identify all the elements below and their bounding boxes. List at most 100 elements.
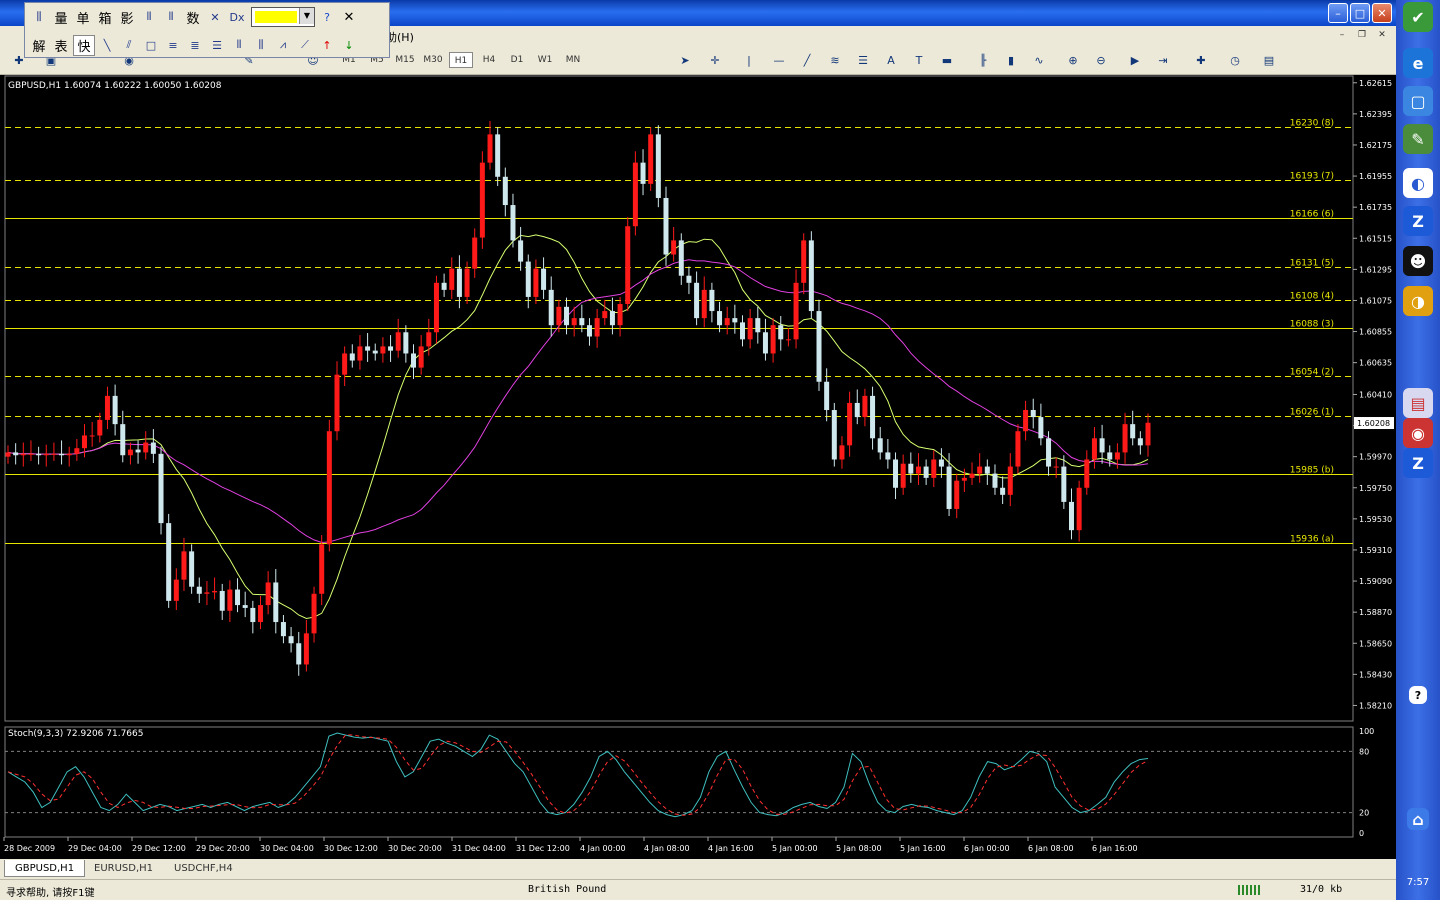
desktop-icon[interactable]: ▢ — [1403, 86, 1433, 116]
tray-app2-icon[interactable]: ◉ — [1403, 418, 1433, 448]
periods-icon[interactable]: ◷ — [1226, 52, 1244, 68]
tab-usdchf-h4[interactable]: USDCHF,H4 — [164, 860, 243, 877]
candle-body — [510, 205, 516, 241]
stochastic-panel-frame — [4, 726, 1354, 838]
ie-icon[interactable]: e — [1403, 48, 1433, 78]
line-tool-icon[interactable]: ╲ — [97, 39, 117, 52]
horizontal-line-icon[interactable]: — — [770, 52, 788, 68]
zoom-in-icon[interactable]: ⊕ — [1064, 52, 1082, 68]
tool-box[interactable]: 箱 — [95, 8, 115, 27]
tf-m30[interactable]: M30 — [421, 52, 445, 68]
tf-h1[interactable]: H1 — [449, 52, 473, 68]
tool-solve[interactable]: 解 — [29, 36, 49, 55]
candle-body — [242, 605, 248, 608]
autoscroll-icon[interactable]: ▶ — [1126, 52, 1144, 68]
mdi-restore-button[interactable]: ❐ — [1354, 28, 1370, 42]
candlestick-icon[interactable]: ▮ — [1002, 52, 1020, 68]
line-chart-icon[interactable]: ∿ — [1030, 52, 1048, 68]
qq-icon[interactable]: ☻ — [1403, 246, 1433, 276]
tray-help-icon[interactable]: ? — [1409, 686, 1427, 704]
start-icon[interactable]: ✔ — [1403, 2, 1433, 32]
channel-icon[interactable]: ≋ — [826, 52, 844, 68]
tab-eurusd-h1[interactable]: EURUSD,H1 — [84, 860, 163, 877]
tool-count[interactable]: 数 — [183, 8, 203, 27]
tool-single[interactable]: 单 — [73, 8, 93, 27]
candle-body — [525, 261, 531, 297]
tool-shadow[interactable]: 影 — [117, 8, 137, 27]
maximize-button[interactable]: □ — [1350, 3, 1370, 23]
level-label: 16054 (2) — [1290, 368, 1334, 378]
zoom-out-icon[interactable]: ⊖ — [1092, 52, 1110, 68]
color-picker[interactable]: ▼ — [251, 7, 315, 27]
arrow-down-icon[interactable]: ↓ — [339, 39, 359, 52]
fan-tool-icon[interactable]: ⩘ — [273, 38, 293, 52]
tf-mn[interactable]: MN — [561, 52, 585, 68]
bars2-icon[interactable]: ⫴ — [161, 10, 181, 24]
tray-z-icon[interactable]: Z — [1403, 448, 1433, 478]
candle-body — [280, 622, 286, 637]
bars-icon[interactable]: ⫴ — [139, 10, 159, 24]
text-icon[interactable]: A — [882, 52, 900, 68]
templates-icon[interactable]: ▤ — [1260, 52, 1278, 68]
candle-body — [296, 643, 302, 665]
tray-app-icon[interactable]: ▤ — [1403, 388, 1433, 418]
price-chart[interactable]: 16230 (8) 16193 (7) 16166 (6) 16131 (5) 1610… — [0, 75, 1396, 859]
fibonacci-icon[interactable]: ☰ — [854, 52, 872, 68]
bar-chart-icon[interactable]: ╟ — [974, 52, 992, 68]
x-tick-label: 30 Dec 20:00 — [388, 844, 442, 853]
candle-body — [954, 480, 960, 509]
x-tick-label: 31 Dec 12:00 — [516, 844, 570, 853]
crosshair-icon[interactable]: ✛ — [706, 52, 724, 68]
tool-table[interactable]: 表 — [51, 36, 71, 55]
candle-body — [456, 268, 462, 297]
cross-icon[interactable]: ✕ — [205, 11, 225, 24]
candle-body — [257, 605, 263, 623]
symbol-header: GBPUSD,H1 1.60074 1.60222 1.60050 1.6020… — [8, 81, 222, 91]
tf-d1[interactable]: D1 — [505, 52, 529, 68]
candles-icon[interactable]: ⫼ — [29, 10, 49, 24]
candle-body — [365, 346, 371, 351]
dx-icon[interactable]: Dx — [227, 11, 247, 24]
vertical-line-icon[interactable]: | — [740, 52, 758, 68]
floating-close-icon[interactable]: ✕ — [339, 10, 359, 25]
tf-h4[interactable]: H4 — [477, 52, 501, 68]
z-app-icon[interactable]: Z — [1403, 206, 1433, 236]
tool-volume[interactable]: 量 — [51, 8, 71, 27]
x-tick-label: 5 Jan 16:00 — [900, 844, 946, 853]
cycle-tool-icon[interactable]: ⦀ — [229, 38, 249, 52]
candle-body — [334, 374, 340, 432]
mdi-minimize-button[interactable]: – — [1334, 28, 1350, 42]
indicators-icon[interactable]: ✚ — [1192, 52, 1210, 68]
tab-gbpusd-h1[interactable]: GBPUSD,H1 — [4, 860, 86, 877]
fib2-tool-icon[interactable]: ≣ — [185, 39, 205, 52]
tf-w1[interactable]: W1 — [533, 52, 557, 68]
fib-tool-icon[interactable]: ≡ — [163, 39, 183, 52]
x-tick-label: 5 Jan 08:00 — [836, 844, 882, 853]
close-button[interactable]: ✕ — [1372, 3, 1392, 23]
arrow-label-icon[interactable]: ▬ — [938, 52, 956, 68]
tf-m15[interactable]: M15 — [393, 52, 417, 68]
y-tick-label: 1.58210 — [1359, 701, 1392, 710]
app-icon[interactable]: ◐ — [1403, 168, 1433, 198]
minimize-button[interactable]: – — [1328, 3, 1348, 23]
arrow-up-icon[interactable]: ↑ — [317, 39, 337, 52]
candle-body — [908, 463, 914, 474]
chart-shift-icon[interactable]: ⇥ — [1154, 52, 1172, 68]
gann-tool-icon[interactable]: ⫼ — [251, 38, 271, 52]
fib3-tool-icon[interactable]: ☰ — [207, 39, 227, 52]
paint-icon[interactable]: ✎ — [1403, 124, 1433, 154]
help-icon[interactable]: ? — [317, 11, 337, 24]
media-icon[interactable]: ◑ — [1403, 286, 1433, 316]
trendline-icon[interactable]: ╱ — [798, 52, 816, 68]
cursor-icon[interactable]: ➤ — [676, 52, 694, 68]
fan2-tool-icon[interactable]: ⟋ — [295, 38, 315, 52]
rect-tool-icon[interactable]: □ — [141, 39, 161, 52]
text-label-icon[interactable]: T — [910, 52, 928, 68]
parallel-tool-icon[interactable]: ⫽ — [119, 38, 139, 52]
tool-quick[interactable]: 快 — [73, 34, 95, 56]
menu-help[interactable]: 助(H) — [386, 29, 414, 45]
candle-body — [564, 306, 570, 326]
mdi-close-button[interactable]: ✕ — [1374, 28, 1390, 42]
tray-network-icon[interactable]: ⌂ — [1407, 808, 1429, 830]
chart-window[interactable]: 16230 (8) 16193 (7) 16166 (6) 16131 (5) 1610… — [0, 75, 1396, 859]
